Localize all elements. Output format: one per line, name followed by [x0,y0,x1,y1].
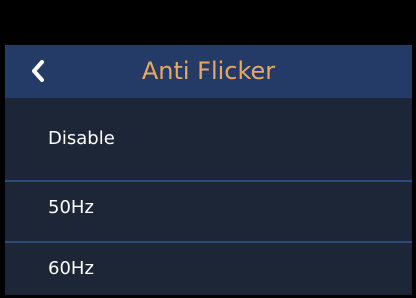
page-title: Anti Flicker [141,57,276,85]
header-bar: Anti Flicker [5,45,412,98]
top-bezel [5,5,412,45]
option-label: 50Hz [48,196,94,218]
option-label: Disable [48,127,115,149]
option-50hz[interactable]: 50Hz [5,182,412,232]
option-list: Disable 50Hz 60Hz [5,98,412,295]
option-disable[interactable]: Disable [5,113,412,163]
anti-flicker-screen: Anti Flicker Disable 50Hz 60Hz [5,5,412,295]
option-60hz[interactable]: 60Hz [5,243,412,293]
option-label: 60Hz [48,257,94,279]
